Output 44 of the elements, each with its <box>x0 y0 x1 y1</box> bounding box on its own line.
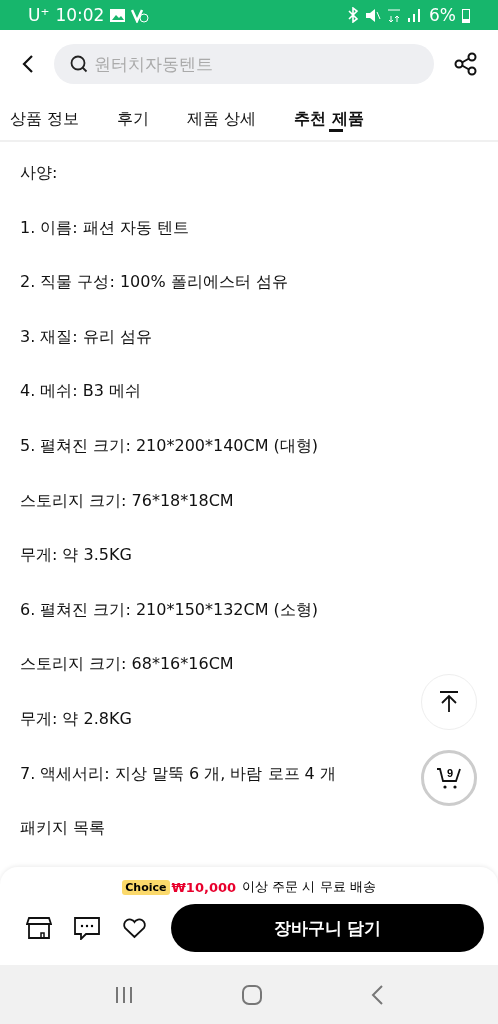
bluetooth-icon <box>347 7 359 23</box>
spec-line: 7. 액세서리: 지상 말뚝 6 개, 바람 로프 4 개 <box>20 762 336 785</box>
search-field[interactable]: 원터치자동텐트 <box>54 44 434 84</box>
cart-icon <box>436 766 462 790</box>
search-icon <box>70 55 88 73</box>
spec-line: 스토리지 크기: 76*18*18CM <box>20 489 234 512</box>
spec-line: 스토리지 크기: 68*16*16CM <box>20 653 234 676</box>
tab[interactable]: 상품 정보 <box>10 98 80 140</box>
search-input[interactable]: 원터치자동텐트 <box>92 53 418 75</box>
tab[interactable]: 추천 제품 <box>294 98 364 140</box>
cart-count: 9 <box>447 767 454 779</box>
scroll-top-button[interactable] <box>421 674 477 730</box>
carrier: U⁺ <box>28 5 50 25</box>
share-icon[interactable] <box>454 52 478 76</box>
chat-icon[interactable] <box>74 916 100 940</box>
spec-line: 패키지 목록 <box>20 817 106 840</box>
tab[interactable]: 제품 상세 <box>187 98 257 140</box>
spec-line: 사양: <box>20 162 58 184</box>
spec-line: 무게: 약 2.8KG <box>20 707 132 730</box>
arrow-up-icon <box>439 691 459 713</box>
mute-icon <box>365 7 381 23</box>
battery-level: 6% <box>429 5 456 25</box>
spec-line: 6. 펼쳐진 크기: 210*150*132CM (소형) <box>20 598 319 621</box>
spec-line: 무게: 약 3.5KG <box>20 544 132 567</box>
tab[interactable]: 후기 <box>117 98 150 140</box>
spec-line: 2. 직물 구성: 100% 폴리에스터 섬유 <box>20 271 288 294</box>
choice-label: Choice <box>122 879 170 895</box>
add-to-cart-button[interactable]: 장바구니 담기 <box>171 904 484 952</box>
spec-line: 3. 재질: 유리 섬유 <box>20 325 152 348</box>
spec-line: 4. 메쉬: B3 메쉬 <box>20 380 142 403</box>
signal-icon <box>407 8 423 22</box>
spec-line: 5. 펼쳐진 크기: 210*200*140CM (대형) <box>20 434 319 457</box>
heart-icon[interactable] <box>122 917 147 939</box>
clock: 10:02 <box>55 5 105 25</box>
spec-line: 1. 이름: 패션 자동 텐트 <box>20 216 189 239</box>
battery-icon <box>462 7 470 23</box>
cart-button[interactable]: 9 <box>421 750 477 806</box>
store-icon[interactable] <box>26 916 52 940</box>
promo-amount: ₩10,000 <box>171 879 237 895</box>
home-icon[interactable] <box>241 983 263 1006</box>
gallery-icon <box>110 8 126 22</box>
promo-text: 이상 주문 시 무료 배송 <box>241 878 376 896</box>
back-icon[interactable] <box>22 54 34 74</box>
recent-apps-icon[interactable] <box>113 985 134 1004</box>
